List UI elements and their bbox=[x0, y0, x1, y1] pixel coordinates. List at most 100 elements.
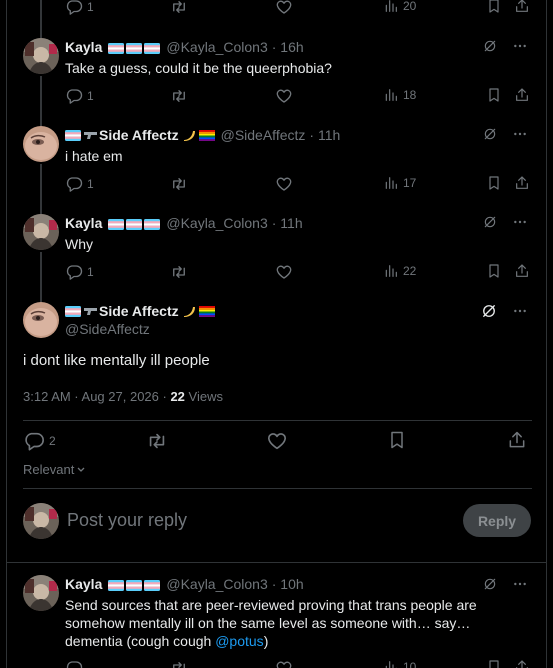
sort-label: Relevant bbox=[23, 462, 75, 477]
username[interactable]: @Kayla_Colon3 bbox=[166, 576, 267, 592]
bookmark-button[interactable] bbox=[387, 430, 407, 450]
avatar[interactable] bbox=[23, 575, 59, 611]
tweet-actions: 1 18 bbox=[65, 87, 535, 107]
tweet-text: Send sources that are peer-reviewed prov… bbox=[65, 596, 525, 650]
grok-icon[interactable] bbox=[480, 302, 498, 320]
more-icon[interactable] bbox=[512, 576, 528, 592]
tweet-actions: 1 22 bbox=[65, 263, 535, 283]
like-button[interactable] bbox=[275, 659, 293, 668]
like-button[interactable] bbox=[275, 175, 293, 193]
timestamp[interactable]: · 10h bbox=[272, 576, 304, 592]
views-button[interactable]: 17 bbox=[383, 175, 416, 191]
username[interactable]: @SideAffectz bbox=[65, 321, 150, 337]
share-button[interactable] bbox=[507, 430, 527, 450]
reply-button[interactable] bbox=[65, 659, 83, 668]
chevron-down-icon bbox=[77, 467, 85, 472]
reply-button[interactable]: 1 bbox=[65, 0, 94, 16]
like-button[interactable] bbox=[266, 430, 288, 452]
display-name[interactable]: Kayla bbox=[65, 215, 102, 231]
more-icon[interactable] bbox=[512, 38, 528, 54]
like-button[interactable] bbox=[275, 87, 293, 105]
username[interactable]: @Kayla_Colon3 bbox=[166, 215, 267, 231]
timestamp[interactable]: 3:12 AM · Aug 27, 2026 · bbox=[23, 389, 170, 404]
grok-icon[interactable] bbox=[482, 576, 498, 592]
sort-dropdown[interactable]: Relevant bbox=[23, 462, 86, 477]
reply-input[interactable]: Post your reply bbox=[67, 510, 187, 531]
repost-button[interactable] bbox=[146, 430, 168, 452]
tweet-text-content: Send sources that are peer-reviewed prov… bbox=[65, 597, 477, 649]
trans-flag-icon bbox=[126, 43, 142, 54]
divider bbox=[7, 562, 546, 563]
tweet-text: i hate em bbox=[65, 148, 123, 164]
reply-count: 2 bbox=[49, 434, 56, 448]
tweet-actions: 2 bbox=[23, 430, 532, 454]
repost-button[interactable] bbox=[170, 263, 188, 281]
views-button[interactable]: 22 bbox=[383, 263, 416, 279]
timestamp[interactable]: · 11h bbox=[309, 127, 340, 143]
repost-button[interactable] bbox=[170, 659, 188, 668]
flag-emojis bbox=[106, 576, 160, 592]
views-button[interactable]: 20 bbox=[383, 0, 416, 14]
bookmark-button[interactable] bbox=[486, 87, 502, 103]
like-button[interactable] bbox=[275, 0, 293, 16]
username[interactable]: @Kayla_Colon3 bbox=[166, 39, 267, 55]
bookmark-button[interactable] bbox=[486, 175, 502, 191]
share-button[interactable] bbox=[514, 263, 530, 279]
display-name[interactable]: Kayla bbox=[65, 576, 102, 592]
reply-button[interactable]: 1 bbox=[65, 175, 94, 193]
avatar[interactable] bbox=[23, 38, 59, 74]
tweet-text-end: ) bbox=[263, 633, 269, 649]
share-button[interactable] bbox=[514, 175, 530, 191]
trans-flag-icon bbox=[108, 219, 124, 230]
display-name[interactable]: Side Affectz bbox=[99, 303, 179, 319]
avatar[interactable] bbox=[23, 302, 59, 338]
bookmark-button[interactable] bbox=[486, 0, 502, 14]
bookmark-button[interactable] bbox=[486, 263, 502, 279]
views-count: 22 bbox=[170, 389, 185, 404]
more-icon[interactable] bbox=[512, 126, 528, 142]
reply-button[interactable]: 2 bbox=[23, 430, 56, 452]
bookmark-button[interactable] bbox=[486, 659, 502, 668]
tweet-actions: 1 20 bbox=[65, 0, 535, 18]
display-name[interactable]: Kayla bbox=[65, 39, 102, 55]
reply-button[interactable]: 1 bbox=[65, 263, 94, 281]
more-icon[interactable] bbox=[512, 214, 528, 230]
tweet-meta: 3:12 AM · Aug 27, 2026 · 22 Views bbox=[23, 389, 223, 404]
display-name[interactable]: Side Affectz bbox=[99, 127, 179, 143]
share-button[interactable] bbox=[514, 0, 530, 14]
gun-icon bbox=[83, 130, 99, 141]
reply-count: 1 bbox=[87, 177, 94, 191]
avatar[interactable] bbox=[23, 126, 59, 162]
views-count: 18 bbox=[403, 88, 417, 102]
views-button[interactable]: 18 bbox=[383, 87, 416, 103]
views-label: Views bbox=[184, 389, 223, 404]
thread-line bbox=[40, 0, 42, 38]
repost-button[interactable] bbox=[170, 87, 188, 105]
reply-button[interactable]: Reply bbox=[463, 504, 531, 537]
tweet-text: Take a guess, could it be the queerphobi… bbox=[65, 60, 332, 76]
share-button[interactable] bbox=[514, 659, 530, 668]
grok-icon[interactable] bbox=[482, 126, 498, 142]
share-button[interactable] bbox=[514, 87, 530, 103]
like-button[interactable] bbox=[275, 263, 293, 281]
conversation-thread: 1 20 Kayla @Kayla_Colon3 · 16h Take a gu… bbox=[6, 0, 547, 668]
repost-button[interactable] bbox=[170, 175, 188, 193]
more-icon[interactable] bbox=[512, 303, 528, 319]
username[interactable]: @SideAffectz bbox=[221, 127, 306, 143]
timestamp[interactable]: · 16h bbox=[272, 39, 304, 55]
avatar[interactable] bbox=[23, 214, 59, 250]
avatar bbox=[23, 503, 59, 539]
trans-flag-icon bbox=[144, 219, 160, 230]
tweet-actions: 1 17 bbox=[65, 175, 535, 195]
grok-icon[interactable] bbox=[482, 214, 498, 230]
views-button[interactable]: 10 bbox=[383, 659, 416, 668]
reply-button[interactable]: 1 bbox=[65, 87, 94, 105]
timestamp[interactable]: · 11h bbox=[272, 215, 303, 231]
thread-line bbox=[40, 76, 42, 126]
trans-flag-icon bbox=[65, 306, 81, 317]
repost-button[interactable] bbox=[170, 0, 188, 16]
trans-flag-icon bbox=[126, 219, 142, 230]
grok-icon[interactable] bbox=[482, 38, 498, 54]
tweet-text: Why bbox=[65, 236, 93, 252]
mention-link[interactable]: @potus bbox=[215, 633, 263, 649]
